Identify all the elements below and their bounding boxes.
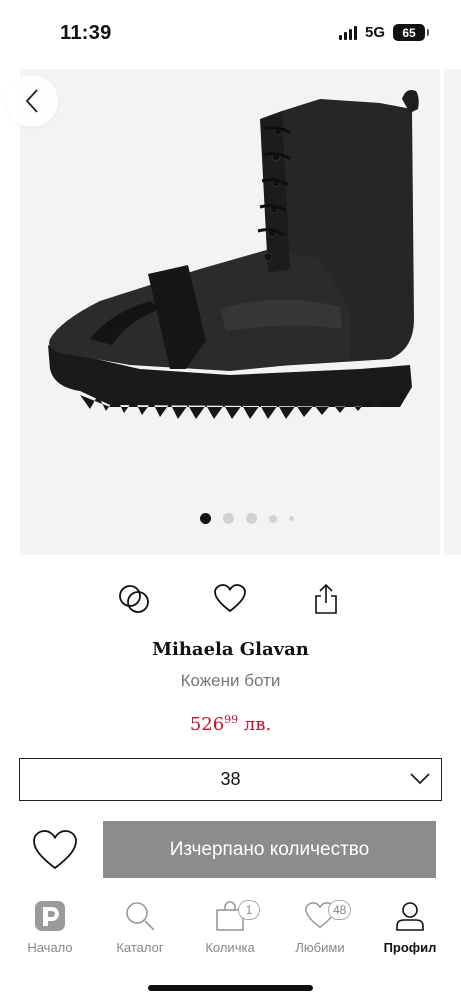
battery-icon: 65 <box>393 24 429 41</box>
tab-icon-wrap: 48 <box>275 896 365 936</box>
status-time: 11:39 <box>60 22 112 44</box>
add-to-favorites-button[interactable] <box>30 826 80 874</box>
gallery-dot[interactable] <box>246 513 257 524</box>
compare-icon <box>119 585 149 613</box>
wishlist-button[interactable] <box>210 577 250 621</box>
tab-icon-wrap <box>95 896 185 936</box>
tab-cart[interactable]: 1 Количка <box>185 896 275 955</box>
out-of-stock-button[interactable]: Изчерпано количество <box>103 821 436 878</box>
price-main: 526 <box>189 714 225 735</box>
boot-image <box>48 90 419 419</box>
heart-icon <box>214 584 246 613</box>
user-icon <box>396 902 424 931</box>
search-icon <box>126 902 155 931</box>
share-button[interactable] <box>306 577 346 621</box>
favorites-count-badge: 48 <box>328 900 352 920</box>
tab-profile[interactable]: Профил <box>365 896 455 955</box>
tab-label: Начало <box>27 940 73 955</box>
gallery-dot[interactable] <box>200 513 211 524</box>
tab-catalog[interactable]: Каталог <box>95 896 185 955</box>
product-price: 52699 лв. <box>0 713 461 735</box>
size-select[interactable]: 38 <box>19 758 442 801</box>
gallery-dot[interactable] <box>223 513 234 524</box>
heart-icon <box>33 830 77 870</box>
tab-favorites[interactable]: 48 Любими <box>275 896 365 955</box>
home-indicator <box>148 985 313 991</box>
gallery-dot[interactable] <box>289 516 294 521</box>
price-cents: 99 <box>224 713 239 726</box>
tab-icon-wrap: 1 <box>185 896 275 936</box>
back-button[interactable] <box>6 75 58 127</box>
compare-button[interactable] <box>114 577 154 621</box>
share-icon <box>315 583 337 614</box>
status-bar: 11:39 5G 65 <box>0 0 461 66</box>
gallery-pagination[interactable] <box>200 513 294 524</box>
size-select-value: 38 <box>220 769 241 789</box>
tab-label: Количка <box>205 940 255 955</box>
cart-count-badge: 1 <box>238 900 260 920</box>
signal-icon <box>338 25 357 40</box>
price-currency: лв. <box>238 714 272 735</box>
next-image-peek[interactable] <box>444 69 461 555</box>
tab-label: Профил <box>383 940 437 955</box>
product-name: Кожени боти <box>180 671 281 690</box>
tab-icon-wrap <box>5 896 95 936</box>
gallery-dot[interactable] <box>269 514 277 523</box>
product-gallery[interactable] <box>20 69 440 555</box>
home-logo-icon <box>35 901 65 931</box>
network-label: 5G <box>364 24 385 41</box>
product-brand[interactable]: Mihaela Glavan <box>0 639 461 660</box>
tab-icon-wrap <box>365 896 455 936</box>
tab-bar: Начало Каталог 1 Количка 48 Любими Профи… <box>0 896 461 966</box>
tab-label: Каталог <box>116 940 164 955</box>
tab-home[interactable]: Начало <box>5 896 95 955</box>
chevron-down-icon <box>410 773 430 785</box>
battery-level: 65 <box>402 25 416 40</box>
tab-label: Любими <box>295 940 345 955</box>
chevron-left-icon <box>25 89 38 113</box>
product-actions <box>0 577 461 621</box>
status-indicators: 5G 65 <box>338 24 429 41</box>
